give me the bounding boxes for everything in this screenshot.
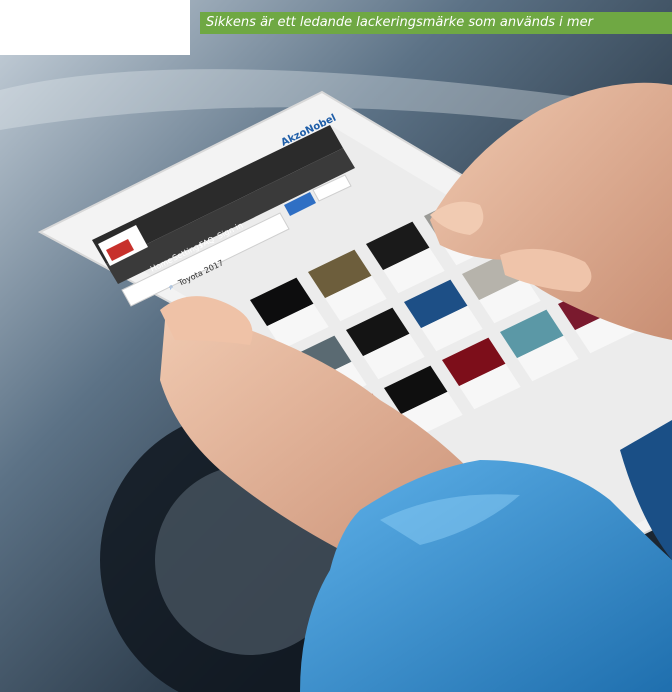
scene-illustration: AkzoNobel Home Settings FAQ Sign in ⌕ To… [0,0,672,692]
white-panel [0,0,190,55]
caption-bar: Sikkens är ett ledande lackeringsmärke s… [200,12,672,34]
photo-scene: AkzoNobel Home Settings FAQ Sign in ⌕ To… [0,0,672,692]
caption-text: Sikkens är ett ledande lackeringsmärke s… [206,15,593,30]
